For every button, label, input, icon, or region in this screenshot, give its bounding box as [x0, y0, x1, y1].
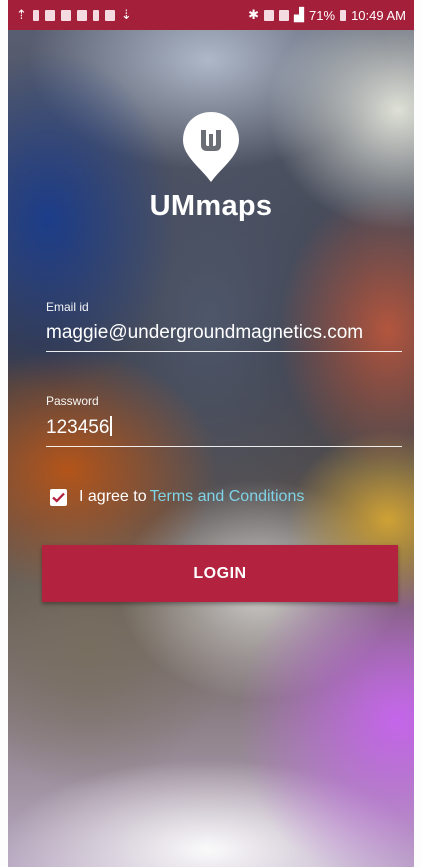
clock: 10:49 AM — [351, 7, 406, 23]
video-icon — [104, 9, 115, 21]
figure-icon — [32, 9, 39, 21]
password-field-group: Password 123456 — [46, 394, 402, 447]
nfc-icon — [264, 9, 275, 21]
lock-icon — [92, 9, 99, 21]
download-icon: ⇣ — [120, 7, 132, 22]
password-field[interactable]: 123456 — [46, 408, 402, 447]
battery-icon — [340, 9, 347, 21]
email-label: Email id — [46, 300, 89, 314]
password-value: 123456 — [46, 417, 110, 438]
battery-percent: 71% — [309, 7, 336, 23]
signal-icon: ▟ — [294, 7, 305, 22]
terms-checkbox[interactable] — [50, 488, 67, 506]
status-bar: ⇡ ⇣ ✱ ▟ 71% 10:49 AM — [8, 0, 414, 30]
upload-icon: ⇡ — [16, 7, 27, 22]
card-icon — [60, 9, 71, 21]
map-pin-logo-icon — [183, 112, 239, 182]
image-icon — [44, 9, 55, 21]
text-cursor — [110, 416, 113, 436]
app-name: UMmaps — [149, 190, 273, 222]
email-field[interactable] — [46, 314, 402, 352]
logo — [8, 110, 414, 184]
password-label: Password — [46, 394, 99, 408]
terms-agreement: I agree to Terms and Conditions — [50, 488, 304, 506]
notification-icons: ⇡ ⇣ — [16, 7, 132, 23]
image-icon — [76, 9, 87, 21]
lte-icon — [279, 9, 290, 21]
login-screen: ⇡ ⇣ ✱ ▟ 71% 10:49 AM UMmaps Email id mag… — [8, 0, 414, 867]
system-icons: ✱ ▟ 71% 10:49 AM — [248, 7, 406, 23]
login-button[interactable]: LOGIN — [42, 545, 398, 602]
checkmark-icon — [52, 492, 65, 503]
agree-text: I agree to — [79, 488, 147, 505]
terms-link[interactable]: Terms and Conditions — [150, 488, 305, 506]
email-field-group: Email id — [46, 300, 402, 352]
bluetooth-icon: ✱ — [248, 7, 260, 22]
